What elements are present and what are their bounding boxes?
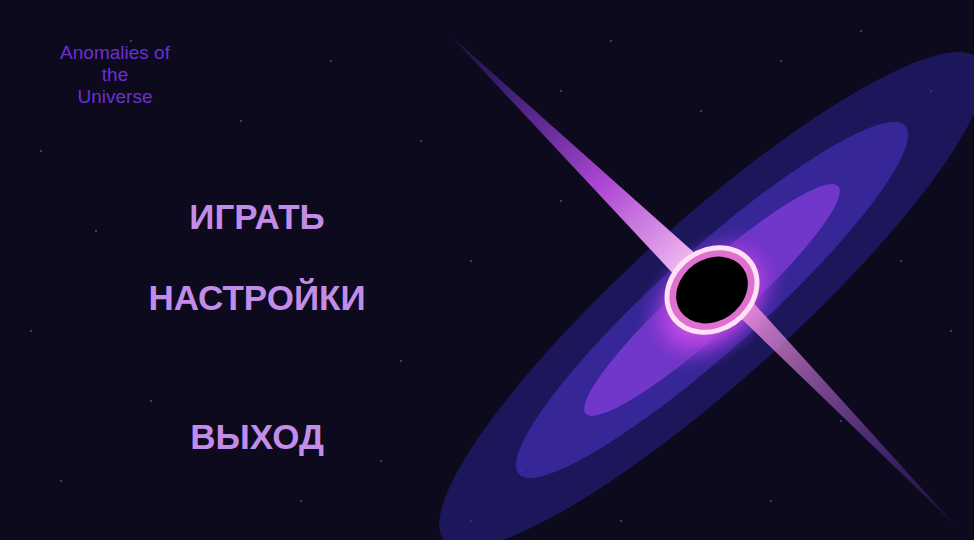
black-hole-icon xyxy=(0,0,974,540)
menu-button[interactable]: НАСТРОЙКИ xyxy=(140,276,373,320)
menu-button[interactable]: ИГРАТЬ xyxy=(181,195,332,239)
left-column: Anomalies oftheUniverse ИГРАТЬ НАСТРОЙКИ ВЫ… xyxy=(0,0,514,459)
game-title-line: Universe xyxy=(78,86,153,108)
main-menu: ИГРАТЬ НАСТРОЙКИ ВЫХОД xyxy=(0,195,514,459)
main-menu-screen: Anomalies oftheUniverse ИГРАТЬ НАСТРОЙКИ ВЫ… xyxy=(0,0,974,540)
game-title-line: Anomalies of xyxy=(60,42,170,64)
game-title: Anomalies oftheUniverse xyxy=(40,42,190,108)
menu-button[interactable]: ВЫХОД xyxy=(182,415,332,459)
game-title-line: the xyxy=(102,64,128,86)
